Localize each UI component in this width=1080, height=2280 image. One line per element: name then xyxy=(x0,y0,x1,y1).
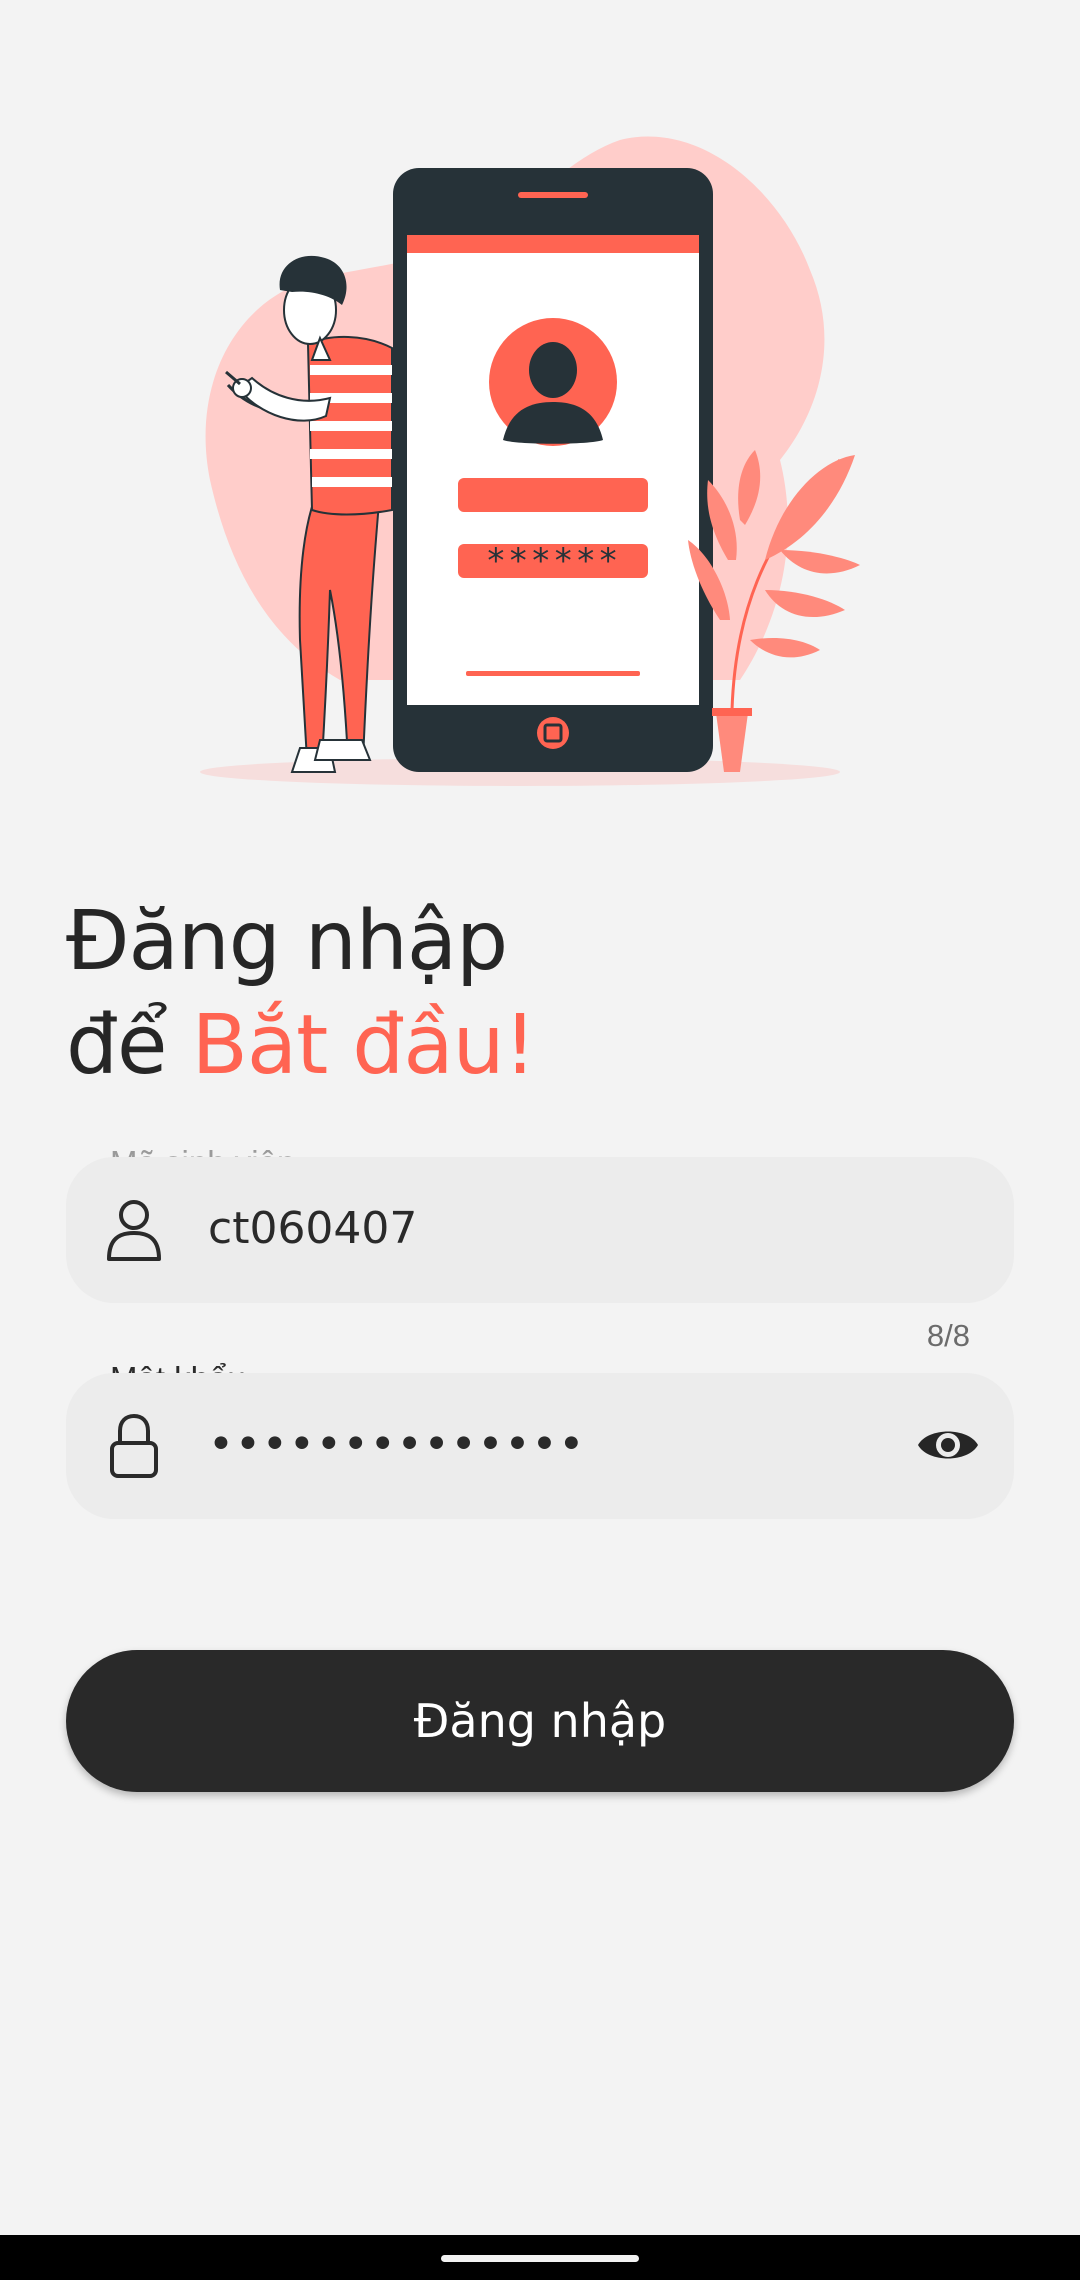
student-id-field[interactable]: ct060407 xyxy=(66,1157,1014,1303)
eye-icon[interactable] xyxy=(916,1419,980,1471)
password-field[interactable]: •••••••••••••• xyxy=(66,1373,1014,1519)
password-input[interactable]: •••••••••••••• xyxy=(208,1419,585,1470)
home-gesture-handle[interactable] xyxy=(441,2255,639,2262)
page-title: Đăng nhập để Bắt đầu! xyxy=(66,890,537,1098)
student-id-counter: 8/8 xyxy=(926,1318,970,1353)
person-icon xyxy=(107,1200,161,1261)
title-line-2-accent: Bắt đầu! xyxy=(191,998,537,1093)
title-line-1: Đăng nhập xyxy=(66,894,508,989)
title-line-2-prefix: để xyxy=(66,998,167,1093)
system-navigation-bar xyxy=(0,2235,1080,2280)
lock-icon xyxy=(110,1413,158,1478)
login-illustration: ****** xyxy=(200,136,860,786)
student-id-input[interactable]: ct060407 xyxy=(208,1203,417,1254)
phone-password-mask: ****** xyxy=(486,541,621,581)
title-line-2: để Bắt đầu! xyxy=(66,994,537,1098)
login-button[interactable]: Đăng nhập xyxy=(66,1650,1014,1792)
